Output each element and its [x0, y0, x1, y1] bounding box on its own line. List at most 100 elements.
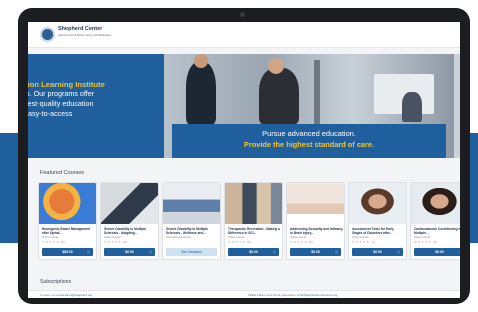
course-card[interactable]: Therapeutic Recreation - Making a Differ… — [224, 182, 283, 260]
course-rating: ★★★★★ (1) — [352, 240, 376, 244]
course-card[interactable]: Severe Disability in Multiple Sclerosis … — [100, 182, 159, 260]
course-thumbnail[interactable] — [287, 183, 344, 224]
rating-count: (1) — [370, 240, 376, 244]
add-to-cart-button[interactable]: $0.00 🛒 — [352, 248, 403, 256]
cart-icon: 🛒 — [334, 250, 339, 254]
course-thumbnail[interactable] — [163, 183, 220, 224]
hero-photo: Pursue advanced education. Provide the h… — [164, 54, 454, 158]
course-type: Online Course — [42, 236, 59, 239]
caption-line-1: Pursue advanced education. — [262, 129, 356, 138]
course-title[interactable]: Assessment Tools for Early Stages of Dis… — [352, 227, 405, 235]
webcam — [240, 12, 245, 17]
course-rating: ★★★★★ (0) — [228, 240, 252, 244]
hero-caption: Pursue advanced education. Provide the h… — [172, 124, 446, 158]
footer-education-label: FREE Patient and Family Education at — [248, 293, 300, 297]
course-title[interactable]: Addressing Sexuality and Intimacy in Bra… — [290, 227, 343, 235]
patient-figure — [259, 68, 299, 124]
footer: Contact us at education@shepherd.org FRE… — [28, 290, 460, 298]
contact-email-link[interactable]: education@shepherd.org — [59, 293, 93, 297]
cart-icon: 🛒 — [396, 250, 401, 254]
course-title[interactable]: Cardiovascular Conditioning in Multiple.… — [414, 227, 460, 235]
add-to-cart-button[interactable]: $0.00 🛒 — [290, 248, 341, 256]
rating-count: (0) — [308, 240, 314, 244]
rating-stars-icon: ★★★★★ — [414, 240, 432, 244]
add-to-cart-button[interactable]: $0.00 🛒 — [104, 248, 155, 256]
course-type: Online Course — [352, 236, 369, 239]
hero-line-1: each. Our programs offer — [28, 89, 95, 98]
background-figure — [402, 92, 422, 122]
course-rating: ★★★★★ (0) — [42, 240, 66, 244]
course-title[interactable]: Neurogenic Bowel Management after Spinal… — [42, 227, 95, 235]
course-card[interactable]: Neurogenic Bowel Management after Spinal… — [38, 182, 97, 260]
course-price: $0.00 — [373, 250, 382, 254]
add-to-cart-button[interactable]: $65.00 🛒 — [42, 248, 93, 256]
rating-count: (0) — [432, 240, 438, 244]
cart-icon: 🛒 — [86, 250, 91, 254]
cart-icon: 🛒 — [459, 248, 460, 256]
rating-stars-icon: ★★★★★ — [42, 240, 60, 244]
therapist-head — [194, 54, 208, 68]
footer-free-education: FREE Patient and Family Education at MyS… — [248, 293, 337, 297]
hero-line-3: gh easy-to-access — [28, 109, 73, 118]
course-price: See Sessions — [181, 250, 202, 254]
caption-line-2: Provide the highest standard of care. — [243, 140, 375, 149]
hero-line-2: highest-quality education — [28, 99, 94, 108]
site-name[interactable]: Shepherd Center — [58, 26, 102, 32]
patient-head — [268, 58, 284, 74]
course-type: Online Course — [104, 236, 121, 239]
myshepherd-link[interactable]: MyShepherdConnection.org — [300, 293, 337, 297]
course-card[interactable]: Addressing Sexuality and Intimacy in Bra… — [286, 182, 345, 260]
footer-contact: Contact us at education@shepherd.org — [40, 293, 92, 297]
shepherd-logo-icon[interactable] — [40, 27, 55, 42]
rating-stars-icon: ★★★★★ — [352, 240, 370, 244]
course-price: $0.00 — [249, 250, 258, 254]
course-type: Online Course — [414, 236, 431, 239]
course-carousel: Neurogenic Bowel Management after Spinal… — [38, 182, 460, 260]
course-title[interactable]: Severe Disability in Multiple Sclerosis … — [104, 227, 157, 235]
hero-banner: ilitation Learning Institute each. Our p… — [28, 54, 460, 158]
rating-stars-icon: ★★★★★ — [228, 240, 246, 244]
hero-title: ilitation Learning Institute — [28, 80, 105, 89]
laptop-frame: Shepherd Center Spinal Cord & Brain Inju… — [18, 8, 470, 304]
featured-courses-title: Featured Courses — [40, 170, 85, 176]
cart-icon: 🛒 — [272, 250, 277, 254]
rating-stars-icon: ★★★★★ — [290, 240, 308, 244]
add-to-cart-button[interactable]: $0.00 🛒 — [414, 248, 460, 256]
course-price: $0.00 — [125, 250, 134, 254]
site-header: Shepherd Center Spinal Cord & Brain Inju… — [28, 22, 460, 48]
laptop-screen: Shepherd Center Spinal Cord & Brain Inju… — [28, 22, 460, 298]
rating-count: (0) — [60, 240, 66, 244]
course-rating: ★★★★★ (0) — [414, 240, 438, 244]
hero-text-panel: ilitation Learning Institute each. Our p… — [28, 54, 164, 158]
course-thumbnail[interactable] — [101, 183, 158, 224]
footer-contact-label: Contact us at — [40, 293, 58, 297]
site-subtitle: Spinal Cord & Brain Injury Rehabilitatio… — [58, 33, 112, 37]
course-price: $65.00 — [62, 250, 73, 254]
course-rating: ★★★★★ (0) — [290, 240, 314, 244]
course-thumbnail[interactable] — [349, 183, 406, 224]
course-card[interactable]: Severe Disability in Multiple Sclerosis … — [162, 182, 221, 260]
see-sessions-button[interactable]: See Sessions — [166, 248, 217, 256]
course-price: $0.00 — [435, 250, 444, 254]
course-card[interactable]: Assessment Tools for Early Stages of Dis… — [348, 182, 407, 260]
course-card[interactable]: Cardiovascular Conditioning in Multiple.… — [410, 182, 460, 260]
rating-count: (0) — [122, 240, 128, 244]
course-thumbnail[interactable] — [225, 183, 282, 224]
therapist-figure — [186, 62, 216, 124]
rating-stars-icon: ★★★★★ — [104, 240, 122, 244]
subscriptions-title: Subscriptions — [40, 279, 72, 285]
course-price: $0.00 — [311, 250, 320, 254]
rating-count: (0) — [246, 240, 252, 244]
course-title[interactable]: Severe Disability in Multiple Sclerosis … — [166, 227, 219, 235]
equipment-pole — [314, 60, 320, 124]
course-thumbnail[interactable] — [39, 183, 96, 224]
hero-next-slide[interactable] — [454, 54, 460, 158]
course-type: Online Course — [228, 236, 245, 239]
add-to-cart-button[interactable]: $0.00 🛒 — [228, 248, 279, 256]
course-rating: ★★★★★ (0) — [104, 240, 128, 244]
course-type: Instructor-Led Course — [166, 236, 192, 239]
course-thumbnail[interactable] — [411, 183, 460, 224]
cart-icon: 🛒 — [148, 250, 153, 254]
course-type: Online Course — [290, 236, 307, 239]
course-title[interactable]: Therapeutic Recreation - Making a Differ… — [228, 227, 281, 235]
